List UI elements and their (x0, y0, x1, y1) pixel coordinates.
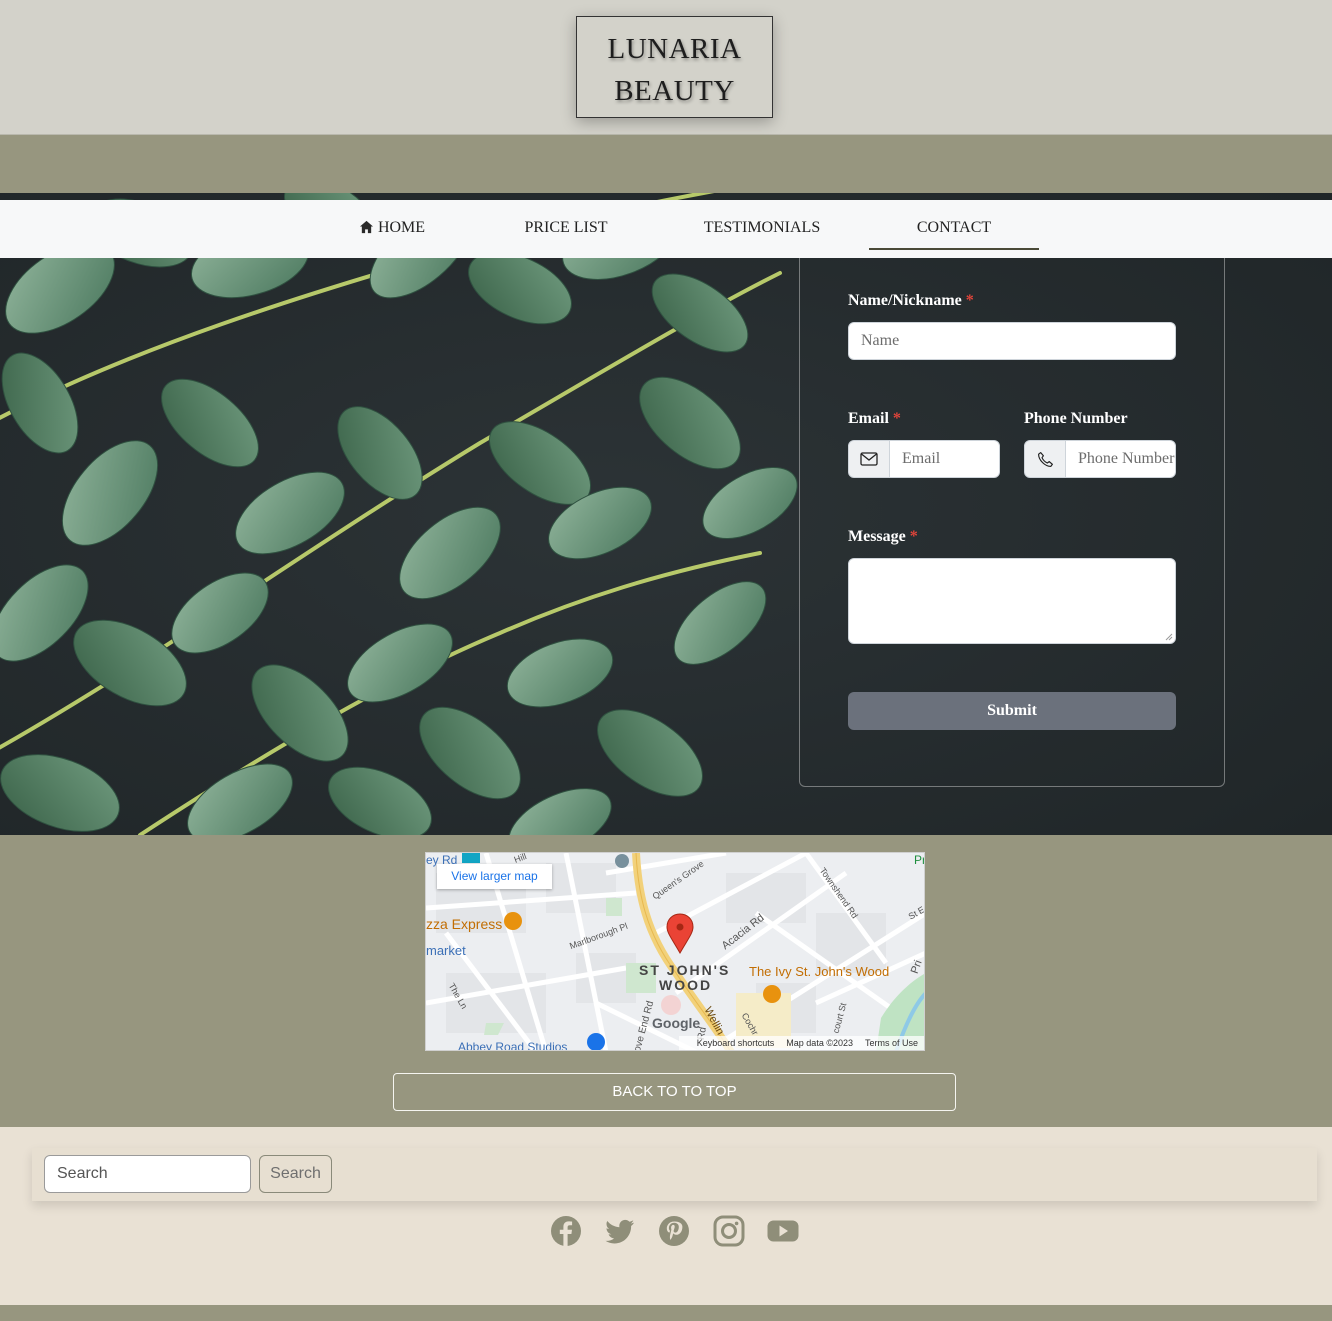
required-mark: * (892, 410, 901, 427)
map-terms[interactable]: Terms of Use (865, 1038, 918, 1048)
search-button[interactable]: Search (259, 1155, 332, 1193)
required-mark: * (909, 528, 918, 545)
nav-home[interactable]: HOME (340, 200, 444, 258)
facebook-icon[interactable] (549, 1214, 583, 1248)
email-placeholder: Email (902, 450, 941, 467)
message-textarea[interactable] (848, 558, 1176, 644)
map-embed[interactable]: View larger map zza Express market ST JO… (425, 852, 925, 1051)
back-to-top-button[interactable]: BACK TO TO TOP (393, 1073, 956, 1111)
instagram-icon[interactable] (712, 1214, 746, 1248)
phone-input[interactable]: Phone Number (1065, 440, 1176, 478)
phone-placeholder: Phone Number (1078, 450, 1175, 467)
map-data: Map data ©2023 (786, 1038, 853, 1048)
google-logo: Google (652, 1015, 701, 1031)
home-icon (359, 220, 373, 233)
map-label-market: market (426, 943, 466, 958)
brand-line-1: LUNARIA (607, 33, 742, 65)
nav-testimonials-label: TESTIMONIALS (703, 219, 821, 236)
name-label: Name/Nickname * (848, 292, 974, 309)
main-nav: HOME PRICE LIST TESTIMONIALS CONTACT (0, 200, 1332, 258)
email-label: Email * (848, 410, 901, 427)
phone-addon (1024, 440, 1066, 478)
nav-contact-label: CONTACT (916, 219, 992, 236)
map-label-ivy: The Ivy St. John's Wood (749, 964, 890, 979)
nav-home-label: HOME (377, 219, 426, 236)
youtube-icon[interactable] (766, 1214, 800, 1248)
map-label-abbey: Abbey Road Studios (458, 1040, 568, 1051)
brand-line-2: BEAUTY (614, 75, 735, 107)
map-label-area-2: WOOD (659, 977, 713, 993)
email-addon (848, 440, 890, 478)
resize-handle-icon[interactable] (1165, 633, 1173, 641)
map-label-ey-rd: ey Rd (426, 853, 458, 867)
map-attribution: Keyboard shortcuts Map data ©2023 Terms of… (678, 1036, 924, 1050)
email-input[interactable]: Email (889, 440, 1000, 478)
map-label-pizza: zza Express (426, 916, 503, 932)
required-mark: * (965, 292, 974, 309)
brand-logo[interactable]: LUNARIA BEAUTY (576, 16, 773, 118)
olive-band (0, 135, 1332, 193)
search-input[interactable]: Search (44, 1155, 251, 1193)
nav-contact[interactable]: CONTACT (869, 200, 1039, 250)
map-label-pr: Pr (914, 853, 925, 867)
page-bottom-band (0, 1305, 1332, 1321)
phone-label: Phone Number (1024, 410, 1128, 427)
nav-price-list-label: PRICE LIST (524, 219, 608, 236)
name-input[interactable]: Name (848, 322, 1176, 360)
twitter-icon[interactable] (603, 1214, 637, 1248)
pinterest-icon[interactable] (657, 1214, 691, 1248)
site-header: LUNARIA BEAUTY (0, 0, 1332, 135)
phone-icon (1037, 451, 1053, 467)
submit-button[interactable]: Submit (848, 692, 1176, 730)
nav-price-list[interactable]: PRICE LIST (500, 200, 632, 258)
name-placeholder: Name (861, 332, 900, 349)
envelope-icon (860, 452, 878, 466)
map-label-area-1: ST JOHN'S (639, 962, 731, 978)
message-label: Message * (848, 528, 918, 545)
view-larger-map-link[interactable]: View larger map (437, 864, 552, 889)
map-keyboard-shortcuts[interactable]: Keyboard shortcuts (697, 1038, 775, 1048)
nav-testimonials[interactable]: TESTIMONIALS (688, 200, 836, 258)
